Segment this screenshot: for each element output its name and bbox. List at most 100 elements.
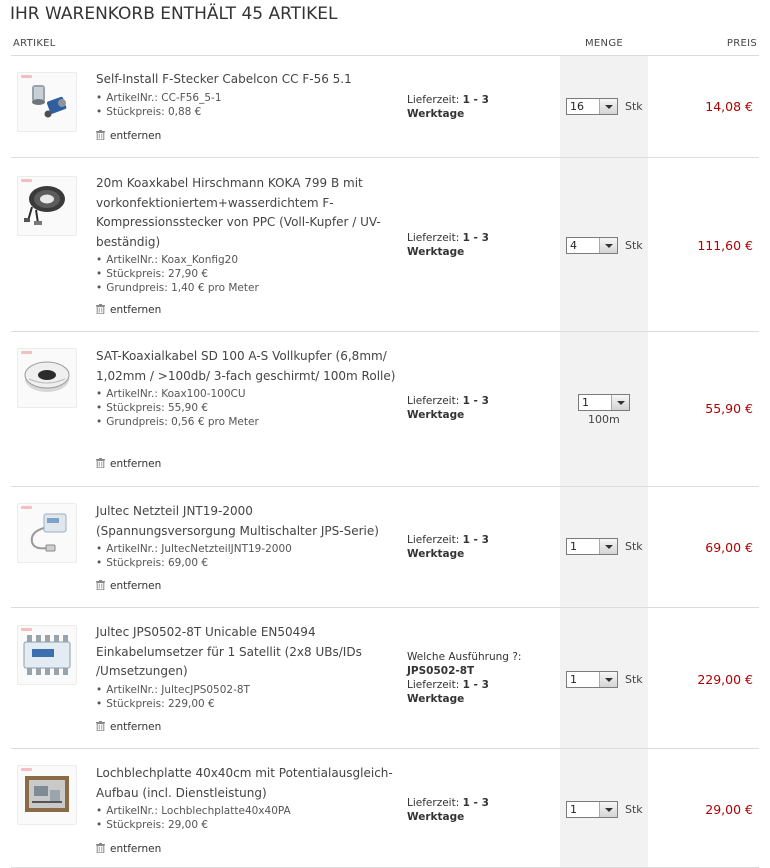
remove-label: entfernen [110,130,162,142]
delivery-unit: Werktage [407,409,465,421]
product-detail: • ArtikelNr.: CC-F56_5-1 [96,91,222,104]
product-detail: • Stückpreis: 0,88 € [96,105,202,118]
chevron-down-icon[interactable] [611,395,629,410]
thumbnail-tag [21,179,32,182]
product-name-link[interactable]: Jultec Netzteil JNT19-2000 (Spannungsver… [96,502,396,541]
cart-title: IHR WARENKORB ENTHÄLT 45 ARTIKEL [10,4,338,24]
delivery-info: Lieferzeit: 1 - 3 Werktage [407,231,567,259]
stk-label: Stk [625,540,643,553]
delivery-unit: Werktage [407,108,465,120]
remove-item-button[interactable]: entfernen [96,457,161,471]
quantity-select[interactable]: 4 [566,237,618,254]
quantity-select[interactable]: 1 [578,394,630,411]
delivery-time: Lieferzeit: 1 - 3 [407,679,489,691]
product-detail: • Stückpreis: 55,90 € [96,402,209,415]
delivery-time: Lieferzeit: 1 - 3 [407,797,489,809]
item-price: 111,60 € [697,238,753,253]
delivery-time: Lieferzeit: 1 - 3 [407,94,489,106]
quantity-select[interactable]: 1 [566,801,618,818]
thumbnail-tag [21,351,32,354]
delivery-time: Lieferzeit: 1 - 3 [407,232,489,244]
quantity-select[interactable]: 1 [566,671,618,688]
delivery-unit: Werktage [407,811,465,823]
product-thumbnail[interactable] [17,503,77,563]
stk-label: Stk [625,239,643,252]
thumbnail-tag [21,628,32,631]
product-name-link[interactable]: Lochblechplatte 40x40cm mit Potentialaus… [96,764,396,803]
delivery-info: Lieferzeit: 1 - 3 Werktage [407,394,567,422]
delivery-time: Lieferzeit: 1 - 3 [407,534,489,546]
remove-label: entfernen [110,721,162,733]
item-price: 229,00 € [697,672,753,687]
variant-value: JPS0502-8T [407,665,475,677]
product-detail: • ArtikelNr.: Lochblechplatte40x40PA [96,805,291,817]
product-detail: • ArtikelNr.: JultecJPS0502-8T [96,683,250,696]
product-thumbnail[interactable] [17,176,77,236]
cart-item-row: Jultec Netzteil JNT19-2000 (Spannungsver… [11,487,759,608]
cart-item-row: SAT-Koaxialkabel SD 100 A-S Vollkupfer (… [11,332,759,487]
product-detail: • Grundpreis: 0,56 € pro Meter [96,416,259,429]
delivery-info: Lieferzeit: 1 - 3 Werktage [407,93,567,121]
remove-label: entfernen [110,580,162,592]
item-price: 55,90 € [705,401,753,416]
product-name-link[interactable]: Self-Install F-Stecker Cabelcon CC F-56 … [96,70,396,90]
product-name-link[interactable]: 20m Koaxkabel Hirschmann KOKA 799 B mit … [96,174,396,252]
thumbnail-tag [21,75,32,78]
trash-icon [96,304,110,316]
remove-item-button[interactable]: entfernen [96,303,161,317]
product-detail: • Grundpreis: 1,40 € pro Meter [96,282,259,295]
thumbnail-tag [21,506,32,509]
product-info: SAT-Koaxialkabel SD 100 A-S Vollkupfer (… [96,347,396,430]
column-header-artikel: ARTIKEL [13,38,56,49]
chevron-down-icon[interactable] [599,802,617,817]
delivery-unit: Werktage [407,693,465,705]
stk-label: Stk [625,803,643,816]
unit-note: 100m [588,413,620,426]
product-thumbnail[interactable] [17,72,77,132]
product-info: Jultec JPS0502-8T Unicable EN50494 Einka… [96,623,396,711]
stk-label: Stk [625,100,643,113]
stk-label: Stk [625,673,643,686]
product-detail: • Stückpreis: 69,00 € [96,557,209,570]
product-name-link[interactable]: Jultec JPS0502-8T Unicable EN50494 Einka… [96,623,396,682]
delivery-info: Lieferzeit: 1 - 3 Werktage [407,533,567,561]
delivery-unit: Werktage [407,246,465,258]
product-thumbnail[interactable] [17,348,77,408]
delivery-time: Lieferzeit: 1 - 3 [407,395,489,407]
delivery-info: Lieferzeit: 1 - 3 Werktage [407,796,567,824]
remove-item-button[interactable]: entfernen [96,720,161,734]
trash-icon [96,843,110,855]
product-name-link[interactable]: SAT-Koaxialkabel SD 100 A-S Vollkupfer (… [96,347,396,386]
remove-item-button[interactable]: entfernen [96,579,161,593]
cart-item-row: Lochblechplatte 40x40cm mit Potentialaus… [11,749,759,868]
chevron-down-icon[interactable] [599,539,617,554]
item-price: 29,00 € [705,802,753,817]
remove-label: entfernen [110,458,162,470]
trash-icon [96,458,110,470]
trash-icon [96,130,110,142]
remove-label: entfernen [110,843,162,855]
trash-icon [96,721,110,733]
delivery-info: Welche Ausführung ?: JPS0502-8T Lieferzei… [407,650,567,706]
product-detail: • Stückpreis: 27,90 € [96,268,209,281]
quantity-select[interactable]: 16 [566,98,618,115]
cart-item-row: Jultec JPS0502-8T Unicable EN50494 Einka… [11,608,759,749]
chevron-down-icon[interactable] [599,672,617,687]
product-info: Jultec Netzteil JNT19-2000 (Spannungsver… [96,502,396,570]
chevron-down-icon[interactable] [599,99,617,114]
product-thumbnail[interactable] [17,625,77,685]
remove-item-button[interactable]: entfernen [96,129,161,143]
product-info: Self-Install F-Stecker Cabelcon CC F-56 … [96,70,396,119]
remove-item-button[interactable]: entfernen [96,842,161,856]
column-header-menge: MENGE [585,38,623,49]
column-header-preis: PREIS [726,38,757,49]
product-detail: • Stückpreis: 29,00 € [96,819,209,832]
quantity-select[interactable]: 1 [566,538,618,555]
product-info: 20m Koaxkabel Hirschmann KOKA 799 B mit … [96,174,396,296]
thumbnail-tag [21,768,32,771]
chevron-down-icon[interactable] [599,238,617,253]
product-detail: • ArtikelNr.: Koax100-100CU [96,388,246,400]
product-thumbnail[interactable] [17,765,77,825]
delivery-unit: Werktage [407,548,465,560]
product-info: Lochblechplatte 40x40cm mit Potentialaus… [96,764,396,832]
